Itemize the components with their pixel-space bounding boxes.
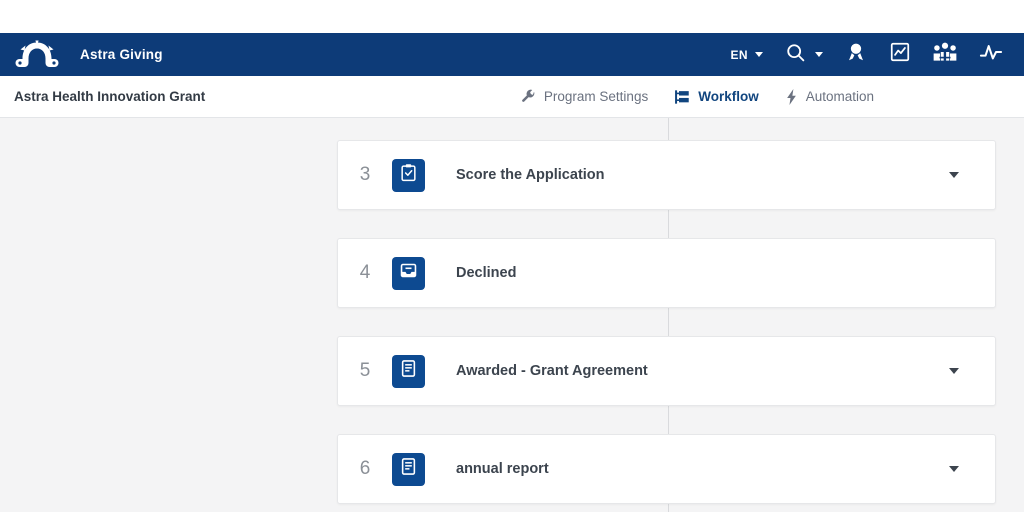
step-label: Awarded - Grant Agreement <box>456 363 648 379</box>
chevron-down-icon[interactable] <box>949 368 959 374</box>
astra-arch-logo-icon[interactable] <box>10 33 64 76</box>
workflow-step-card[interactable]: 4 Declined <box>337 238 996 308</box>
step-number: 4 <box>359 262 371 283</box>
activity-button[interactable] <box>968 33 1014 76</box>
tab-label: Workflow <box>698 89 759 104</box>
chevron-down-icon <box>755 52 763 57</box>
language-label: EN <box>730 47 748 62</box>
language-selector[interactable]: EN <box>720 33 774 76</box>
workflow-step-list: 3 Score the Application 4 Declined 5 Awa… <box>337 118 996 512</box>
workflow-step-card[interactable]: 5 Awarded - Grant Agreement <box>337 336 996 406</box>
top-white-strip <box>0 0 1024 33</box>
step-icon-badge <box>392 452 425 486</box>
search-button[interactable] <box>774 33 834 76</box>
file-lines-icon <box>399 457 418 481</box>
clipboard-check-icon <box>399 163 418 187</box>
award-ribbon-icon <box>845 41 867 68</box>
app-header: Astra Giving EN <box>0 33 1024 76</box>
chart-box-icon <box>889 41 911 68</box>
search-icon <box>785 42 806 68</box>
chevron-down-icon[interactable] <box>949 172 959 178</box>
wrench-icon <box>521 89 536 104</box>
people-group-icon <box>933 41 957 68</box>
tab-label: Automation <box>805 89 874 104</box>
workflow-step-card[interactable]: 3 Score the Application <box>337 140 996 210</box>
tab-label: Program Settings <box>543 89 649 104</box>
chevron-down-icon <box>815 52 823 57</box>
brand-title: Astra Giving <box>80 47 163 62</box>
sitemap-icon <box>674 89 690 105</box>
step-icon-badge <box>392 256 425 290</box>
people-button[interactable] <box>922 33 968 76</box>
app-root: Astra Giving EN Astra Health Innovation … <box>0 0 1024 512</box>
step-number: 3 <box>359 164 371 185</box>
step-number: 5 <box>359 360 371 381</box>
step-label: Declined <box>456 265 517 281</box>
page-title: Astra Health Innovation Grant <box>14 89 206 104</box>
chevron-down-icon[interactable] <box>949 466 959 472</box>
step-label: Score the Application <box>456 167 605 183</box>
step-number: 6 <box>359 458 371 479</box>
lightning-bolt-icon <box>785 88 798 105</box>
tab-automation[interactable]: Automation <box>772 76 887 118</box>
file-lines-icon <box>399 359 418 383</box>
workflow-body: 3 Score the Application 4 Declined 5 Awa… <box>0 118 1024 512</box>
pulse-activity-icon <box>979 41 1003 68</box>
workflow-step-card[interactable]: 6 annual report <box>337 434 996 504</box>
reports-button[interactable] <box>878 33 922 76</box>
program-subnav: Astra Health Innovation Grant Program Se… <box>0 76 1024 118</box>
step-label: annual report <box>456 461 549 477</box>
header-actions: EN <box>720 33 1014 76</box>
subnav-tabs: Program Settings Workflow Automation <box>508 76 887 118</box>
step-icon-badge <box>392 158 425 192</box>
awards-button[interactable] <box>834 33 878 76</box>
tab-program-settings[interactable]: Program Settings <box>508 76 661 118</box>
tab-workflow[interactable]: Workflow <box>661 76 772 118</box>
inbox-icon <box>399 261 418 285</box>
step-icon-badge <box>392 354 425 388</box>
